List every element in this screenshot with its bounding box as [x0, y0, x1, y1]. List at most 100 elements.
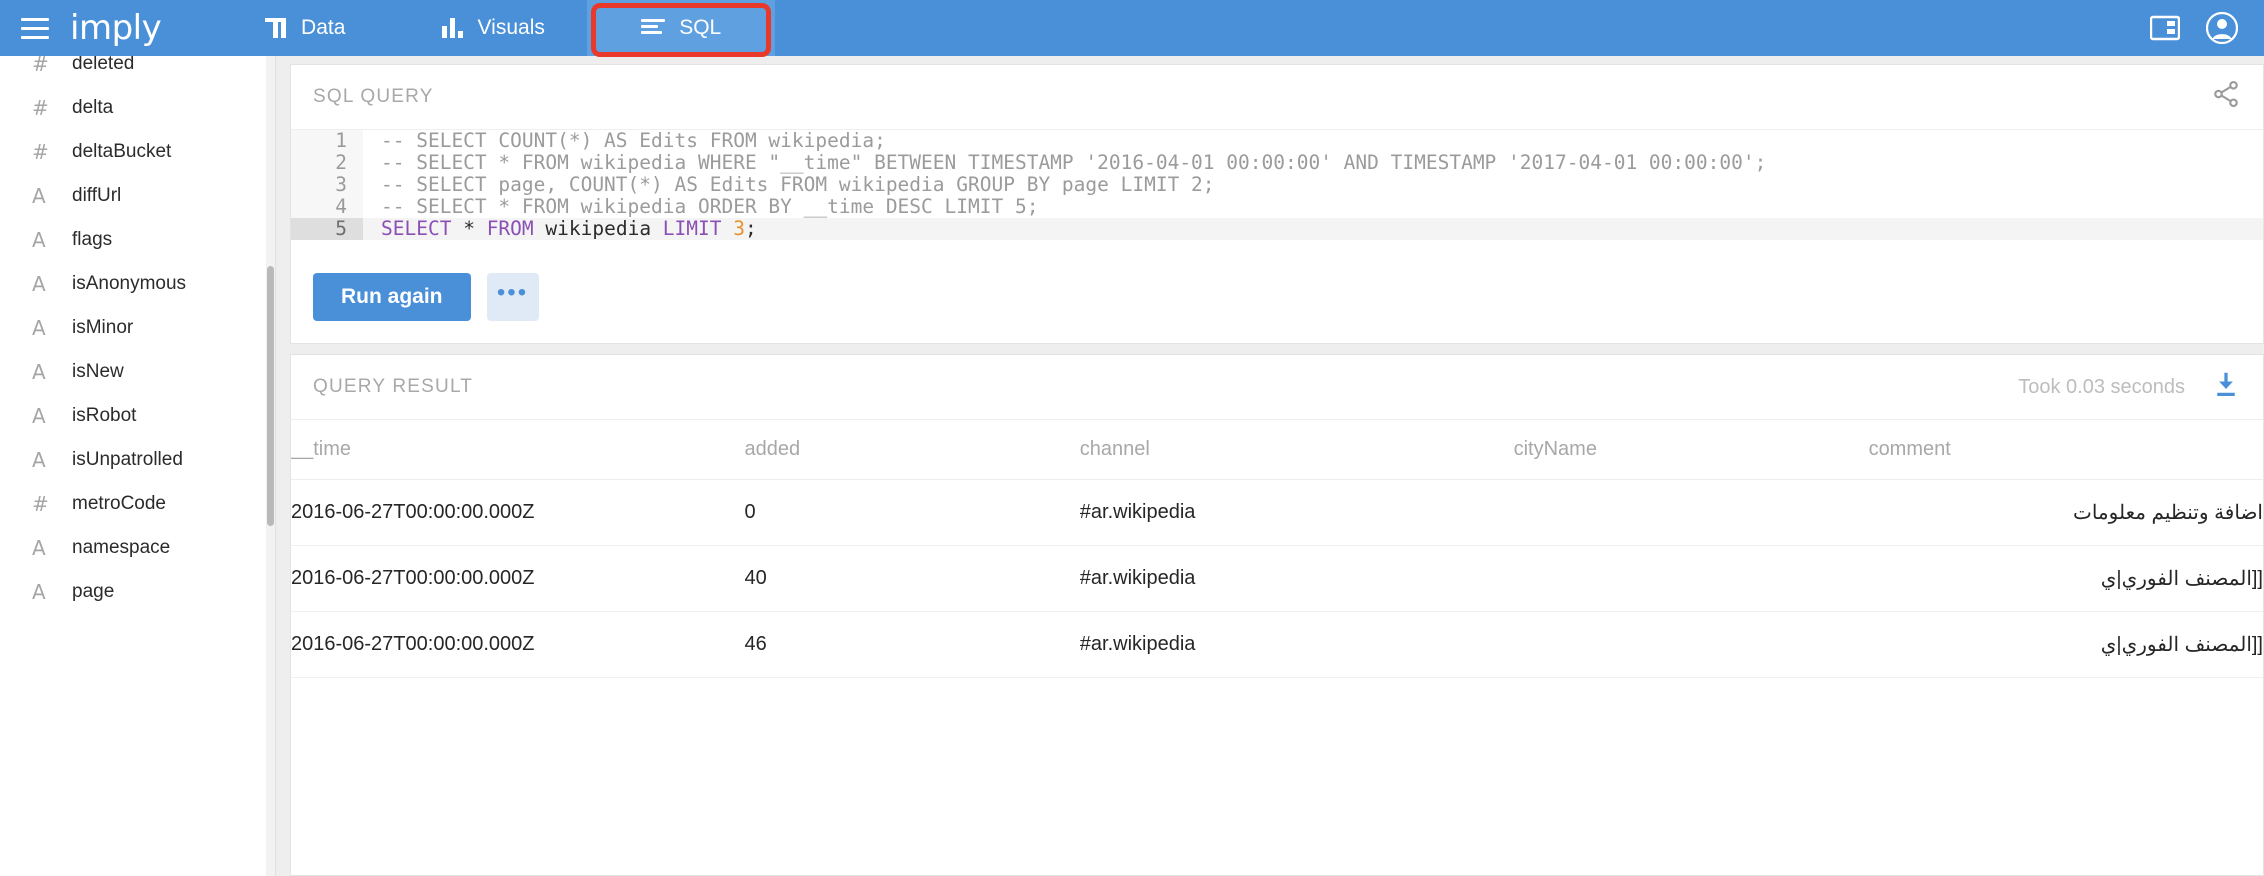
- table-row[interactable]: 2016-06-27T00:00:00.000Z 46 #ar.wikipedia […: [291, 611, 2263, 678]
- query-actions: Run again •••: [291, 251, 2263, 343]
- sql-query-title: SQL QUERY: [313, 86, 434, 107]
- column-header-channel[interactable]: channel: [1079, 419, 1514, 480]
- sidebar-field-metroCode[interactable]: # metroCode: [0, 482, 275, 526]
- bar-chart-icon: [441, 18, 464, 38]
- app-root: imply Data Visuals SQL # deleted # delta…: [0, 0, 2264, 876]
- cell-channel: #ar.wikipedia: [1079, 545, 1514, 612]
- numeric-type-icon: #: [32, 56, 49, 76]
- sidebar-field-label: deleted: [72, 56, 135, 74]
- share-icon[interactable]: [2211, 79, 2241, 115]
- tab-sql[interactable]: SQL: [587, 0, 776, 57]
- table-row[interactable]: 2016-06-27T00:00:00.000Z 40 #ar.wikipedia […: [291, 545, 2263, 612]
- string-type-icon: A: [32, 184, 46, 208]
- sidebar-scrollbar-thumb[interactable]: [267, 266, 274, 526]
- more-options-button[interactable]: •••: [486, 273, 539, 321]
- cell-__time: 2016-06-27T00:00:00.000Z: [291, 479, 745, 546]
- sidebar-field-label: isMinor: [72, 317, 134, 338]
- cell-comment: اضافة وتنظيم معلومات: [1868, 479, 2263, 546]
- line-number: 3: [291, 174, 363, 196]
- string-type-icon: A: [32, 360, 46, 384]
- result-table-header: __time added channel cityName comment: [291, 419, 2263, 480]
- line-number: 2: [291, 152, 363, 174]
- field-list-sidebar: # deleted # delta # deltaBucket AdiffUrl Aflags…: [0, 56, 276, 876]
- sidebar-field-isRobot[interactable]: AisRobot: [0, 394, 275, 438]
- code-text: SELECT * FROM wikipedia LIMIT 3;: [381, 217, 757, 240]
- hamburger-line: [21, 35, 49, 39]
- code-text: -- SELECT page, COUNT(*) AS Edits FROM w…: [381, 173, 1215, 196]
- string-type-icon: A: [32, 536, 46, 560]
- sidebar-field-isMinor[interactable]: AisMinor: [0, 306, 275, 350]
- sql-code-editor[interactable]: 1 -- SELECT COUNT(*) AS Edits FROM wikipe…: [291, 129, 2263, 240]
- table-header-row: __time added channel cityName comment: [291, 419, 2263, 480]
- line-number: 5: [291, 218, 363, 240]
- code-line-3[interactable]: 3 -- SELECT page, COUNT(*) AS Edits FROM …: [291, 174, 2263, 196]
- code-text: -- SELECT * FROM wikipedia WHERE "__time…: [381, 151, 1767, 174]
- string-type-icon: A: [32, 404, 46, 428]
- code-line-2[interactable]: 2 -- SELECT * FROM wikipedia WHERE "__tim…: [291, 152, 2263, 174]
- sidebar-field-flags[interactable]: Aflags: [0, 218, 275, 262]
- line-number: 1: [291, 130, 363, 152]
- sidebar-field-isUnpatrolled[interactable]: AisUnpatrolled: [0, 438, 275, 482]
- column-header-cityName[interactable]: cityName: [1513, 419, 1869, 480]
- tab-visuals-label: Visuals: [477, 16, 545, 39]
- string-type-icon: A: [32, 448, 46, 472]
- run-again-button[interactable]: Run again: [313, 273, 471, 321]
- code-line-1[interactable]: 1 -- SELECT COUNT(*) AS Edits FROM wikipe…: [291, 130, 2263, 152]
- code-line-4[interactable]: 4 -- SELECT * FROM wikipedia ORDER BY __t…: [291, 196, 2263, 218]
- account-circle-icon[interactable]: [2206, 12, 2238, 44]
- string-type-icon: A: [32, 272, 46, 296]
- field-list: # deleted # delta # deltaBucket AdiffUrl Aflags…: [0, 56, 275, 614]
- cell-comment: [[المصنف الفوري|ي: [1868, 545, 2263, 612]
- sidebar-field-label: flags: [72, 229, 113, 250]
- cell-__time: 2016-06-27T00:00:00.000Z: [291, 545, 745, 612]
- tab-visuals[interactable]: Visuals: [399, 0, 587, 56]
- sql-lines-icon: [641, 19, 666, 37]
- column-header-comment[interactable]: comment: [1868, 419, 2263, 480]
- cell-cityName: [1513, 479, 1869, 546]
- cell-__time: 2016-06-27T00:00:00.000Z: [291, 611, 745, 678]
- sidebar-field-label: diffUrl: [72, 185, 122, 206]
- sidebar-field-deltaBucket[interactable]: # deltaBucket: [0, 130, 275, 174]
- brand-logo[interactable]: imply: [70, 0, 211, 56]
- hamburger-line: [21, 17, 49, 21]
- table-row[interactable]: 2016-06-27T00:00:00.000Z 0 #ar.wikipedia اض…: [291, 479, 2263, 546]
- query-duration-label: Took 0.03 seconds: [2018, 375, 2185, 398]
- line-number: 4: [291, 196, 363, 218]
- hamburger-menu-icon[interactable]: [0, 0, 70, 56]
- sidebar-field-label: metroCode: [72, 493, 166, 514]
- cell-comment: [[المصنف الفوري|ي: [1868, 611, 2263, 678]
- column-header-added[interactable]: added: [744, 419, 1080, 480]
- sidebar-field-delta[interactable]: # delta: [0, 86, 275, 130]
- code-text: -- SELECT * FROM wikipedia ORDER BY __ti…: [381, 195, 1039, 218]
- sidebar-field-label: isUnpatrolled: [72, 449, 183, 470]
- main-content: SQL QUERY 1 -- SELECT COUNT(*) AS Edits F…: [276, 56, 2264, 876]
- numeric-type-icon: #: [32, 492, 49, 516]
- download-icon[interactable]: [2211, 369, 2241, 405]
- column-header-__time[interactable]: __time: [291, 419, 745, 480]
- cell-cityName: [1513, 611, 1869, 678]
- sidebar-scrollbar-track[interactable]: [266, 56, 275, 876]
- cell-added: 0: [744, 479, 1080, 546]
- sidebar-field-page[interactable]: Apage: [0, 570, 275, 614]
- code-text: -- SELECT COUNT(*) AS Edits FROM wikiped…: [381, 129, 886, 152]
- cell-added: 40: [744, 545, 1080, 612]
- sidebar-field-isNew[interactable]: AisNew: [0, 350, 275, 394]
- sidebar-field-diffUrl[interactable]: AdiffUrl: [0, 174, 275, 218]
- sidebar-field-isAnonymous[interactable]: AisAnonymous: [0, 262, 275, 306]
- query-result-card: QUERY RESULT Took 0.03 seconds __time add…: [290, 354, 2264, 876]
- result-table: __time added channel cityName comment 2016-0…: [291, 419, 2263, 678]
- sidebar-field-label: delta: [72, 97, 114, 118]
- result-table-body: 2016-06-27T00:00:00.000Z 0 #ar.wikipedia اض…: [291, 479, 2263, 678]
- tab-data[interactable]: Data: [211, 0, 399, 56]
- tab-sql-label: SQL: [679, 16, 722, 39]
- numeric-type-icon: #: [32, 140, 49, 164]
- code-line-5[interactable]: 5 SELECT * FROM wikipedia LIMIT 3;: [291, 218, 2263, 240]
- split-panel-icon[interactable]: [2150, 15, 2180, 41]
- sidebar-field-label: isRobot: [72, 405, 137, 426]
- sidebar-field-namespace[interactable]: Anamespace: [0, 526, 275, 570]
- string-type-icon: A: [32, 580, 46, 604]
- query-result-header: QUERY RESULT Took 0.03 seconds: [291, 355, 2263, 419]
- sidebar-field-deleted[interactable]: # deleted: [0, 56, 275, 86]
- sidebar-field-label: isAnonymous: [72, 273, 187, 294]
- tab-data-label: Data: [301, 16, 346, 39]
